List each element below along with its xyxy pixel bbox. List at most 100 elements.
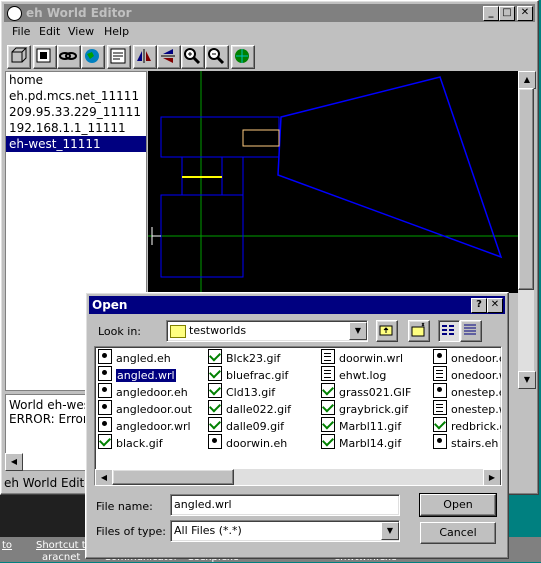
file-item[interactable]: redbrick.gi bbox=[433, 417, 501, 434]
server-item[interactable]: eh.pd.mcs.net_11111 bbox=[6, 88, 146, 104]
properties-icon[interactable] bbox=[107, 45, 131, 69]
open-button[interactable]: Open bbox=[419, 493, 497, 517]
eh-file-icon bbox=[98, 383, 112, 398]
cancel-button[interactable]: Cancel bbox=[420, 522, 496, 544]
file-item[interactable]: onestep.w bbox=[433, 400, 501, 417]
file-name: onestep.el bbox=[451, 386, 501, 399]
globe-icon[interactable] bbox=[81, 45, 105, 69]
eh-file-icon bbox=[433, 434, 447, 449]
file-name-input[interactable]: angled.wrl bbox=[170, 494, 400, 516]
file-item[interactable]: doorwin.wrl bbox=[321, 349, 403, 366]
file-item[interactable]: ehwt.log bbox=[321, 366, 386, 383]
file-item[interactable]: Marbl11.gif bbox=[321, 417, 401, 434]
taskbar-item[interactable]: Shortcut to bbox=[36, 540, 92, 551]
file-item[interactable]: onedoor.el bbox=[433, 349, 501, 366]
file-item[interactable]: angledoor.wrl bbox=[98, 417, 191, 434]
file-item[interactable]: onestep.el bbox=[433, 383, 501, 400]
file-name: onedoor.w bbox=[451, 369, 501, 382]
file-item[interactable]: onedoor.w bbox=[433, 366, 501, 383]
file-item[interactable]: Blck23.gif bbox=[208, 349, 280, 366]
file-name: Marbl14.gif bbox=[339, 437, 402, 450]
menu-file[interactable]: File bbox=[12, 23, 30, 41]
link-icon[interactable] bbox=[57, 45, 81, 69]
maximize-button[interactable]: □ bbox=[499, 6, 515, 21]
dialog-title: Open bbox=[92, 298, 128, 312]
zoom-in-icon[interactable] bbox=[181, 45, 205, 69]
cube-icon[interactable] bbox=[7, 45, 31, 69]
file-item[interactable]: dalle09.gif bbox=[208, 417, 284, 434]
file-type-value: All Files (*.*) bbox=[174, 524, 242, 537]
eh-file-icon bbox=[433, 349, 447, 364]
scroll-up-arrow[interactable]: ▲ bbox=[518, 71, 536, 89]
file-item[interactable]: dalle022.gif bbox=[208, 400, 291, 417]
image-file-icon bbox=[321, 417, 335, 432]
new-folder-button[interactable] bbox=[408, 320, 430, 342]
canvas-vertical-scrollbar[interactable]: ▲ ▼ bbox=[518, 71, 536, 389]
file-item[interactable]: angledoor.out bbox=[98, 400, 192, 417]
world-canvas[interactable] bbox=[148, 71, 518, 293]
file-item[interactable]: angledoor.eh bbox=[98, 383, 188, 400]
h-scroll-thumb[interactable] bbox=[112, 469, 234, 485]
help-button[interactable]: ? bbox=[471, 298, 487, 313]
scroll-thumb[interactable] bbox=[518, 88, 534, 290]
scroll-down-arrow[interactable]: ▼ bbox=[518, 371, 536, 389]
zoom-out-icon[interactable] bbox=[205, 45, 229, 69]
close-button[interactable]: ✕ bbox=[517, 6, 533, 21]
details-view-button[interactable] bbox=[460, 320, 482, 342]
file-name: ehwt.log bbox=[339, 369, 387, 382]
server-item-selected[interactable]: eh-west_11111 bbox=[6, 136, 146, 152]
image-file-icon bbox=[321, 434, 335, 449]
menu-help[interactable]: Help bbox=[104, 23, 129, 41]
image-file-icon bbox=[208, 349, 222, 364]
file-name: graybrick.gif bbox=[339, 403, 409, 416]
desktop-dark-strip bbox=[0, 495, 90, 537]
mirror-icon[interactable] bbox=[133, 45, 157, 69]
file-type-select[interactable]: All Files (*.*) ▼ bbox=[170, 520, 400, 542]
main-title-bar[interactable]: eh World Editor _ □ ✕ bbox=[4, 4, 535, 22]
file-name-value: angled.wrl bbox=[174, 498, 232, 511]
file-item[interactable]: angled.eh bbox=[98, 349, 171, 366]
taskbar-item[interactable]: to bbox=[2, 540, 12, 551]
look-in-select[interactable]: testworlds ▼ bbox=[166, 320, 368, 342]
file-item[interactable]: stairs.eh bbox=[433, 434, 498, 451]
box-icon[interactable] bbox=[33, 45, 57, 69]
file-item[interactable]: doorwin.eh bbox=[208, 434, 287, 451]
file-item[interactable]: angled.wrl bbox=[98, 366, 177, 383]
server-item[interactable]: 209.95.33.229_11111 bbox=[6, 104, 146, 120]
server-item[interactable]: home bbox=[6, 72, 146, 88]
scroll-right-arrow[interactable]: ▶ bbox=[483, 469, 501, 485]
dialog-close-button[interactable]: ✕ bbox=[487, 298, 503, 313]
file-name: redbrick.gi bbox=[451, 420, 501, 433]
flip-icon[interactable] bbox=[157, 45, 181, 69]
log-scroll-left-arrow[interactable]: ◀ bbox=[5, 453, 23, 471]
eh-file-icon bbox=[98, 417, 112, 432]
file-item[interactable]: graybrick.gif bbox=[321, 400, 408, 417]
menu-view[interactable]: View bbox=[68, 23, 94, 41]
server-item[interactable]: 192.168.1.1_11111 bbox=[6, 120, 146, 136]
text-file-icon bbox=[321, 366, 335, 381]
file-item[interactable]: Cld13.gif bbox=[208, 383, 275, 400]
file-name: stairs.eh bbox=[451, 437, 499, 450]
status-bar: eh World Edito bbox=[4, 476, 86, 490]
image-file-icon bbox=[98, 434, 112, 449]
dialog-title-bar[interactable]: Open ? ✕ bbox=[89, 296, 505, 314]
scroll-left-arrow[interactable]: ◀ bbox=[95, 469, 113, 485]
app-icon bbox=[7, 6, 22, 21]
file-item[interactable]: bluefrac.gif bbox=[208, 366, 288, 383]
file-item[interactable]: black.gif bbox=[98, 434, 163, 451]
list-view-button[interactable] bbox=[438, 320, 460, 342]
up-folder-button[interactable] bbox=[376, 320, 398, 342]
file-item[interactable]: grass021.GIF bbox=[321, 383, 411, 400]
eh-file-icon bbox=[98, 349, 112, 364]
world-icon[interactable] bbox=[231, 45, 255, 69]
look-in-value: testworlds bbox=[189, 324, 247, 337]
file-type-dropdown-arrow[interactable]: ▼ bbox=[381, 522, 399, 540]
file-item[interactable]: Marbl14.gif bbox=[321, 434, 401, 451]
minimize-button[interactable]: _ bbox=[483, 6, 499, 21]
menu-edit[interactable]: Edit bbox=[39, 23, 60, 41]
image-file-icon bbox=[321, 383, 335, 398]
look-in-dropdown-arrow[interactable]: ▼ bbox=[349, 322, 367, 340]
taskbar-item[interactable]: aracnet bbox=[42, 552, 80, 563]
file-name: doorwin.eh bbox=[226, 437, 288, 450]
file-list-h-scrollbar[interactable]: ◀ ▶ bbox=[95, 469, 501, 485]
